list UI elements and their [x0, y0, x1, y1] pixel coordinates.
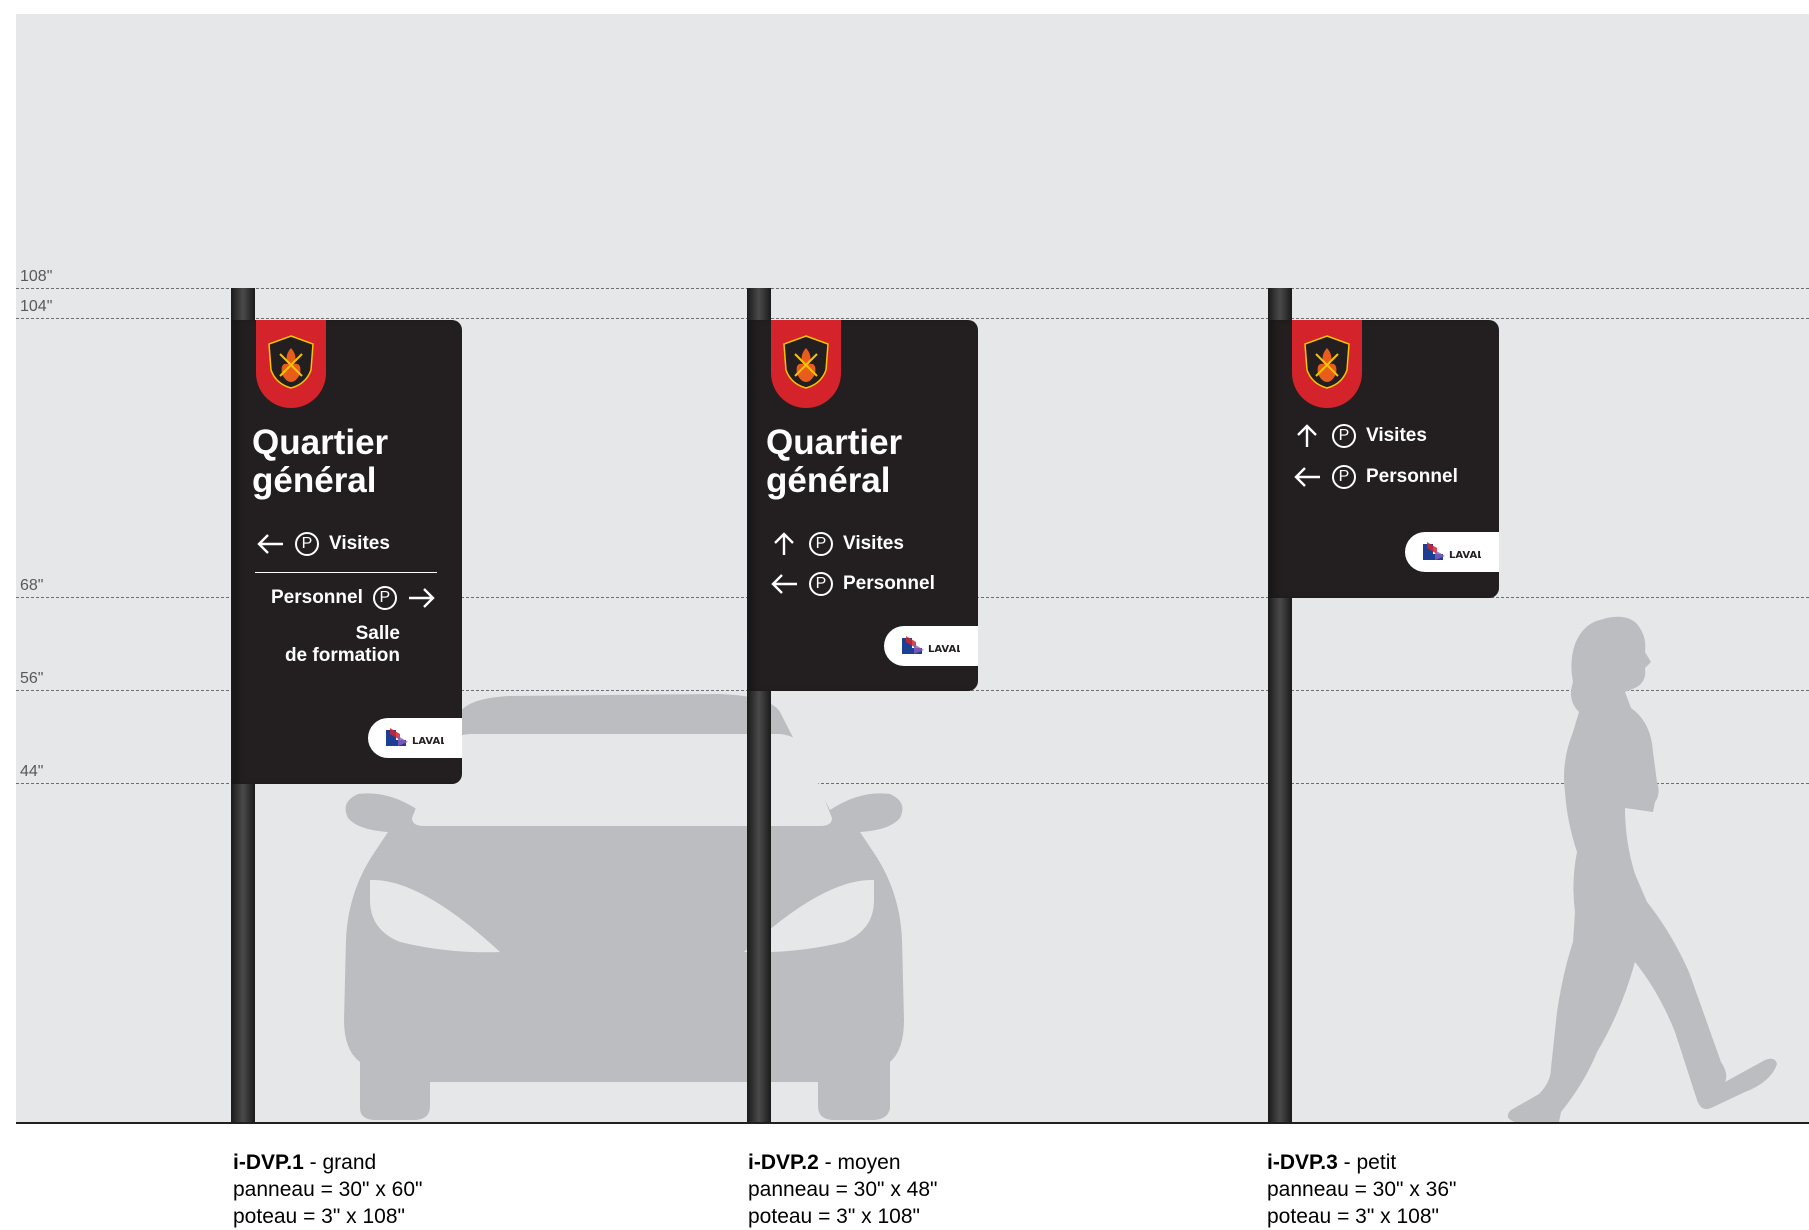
parking-icon: P [809, 532, 833, 556]
sign1-caption: i-DVP.1 - grand panneau = 30" x 60" pote… [233, 1149, 422, 1230]
label-salle-de-formation: Salle de formation [284, 623, 400, 666]
direction-row-personnel: P Personnel [1292, 465, 1458, 489]
sign-title: Quartier général [766, 423, 903, 500]
panel-shade [1268, 320, 1278, 598]
sign-code: i-DVP.2 [748, 1151, 819, 1174]
sign-code: i-DVP.1 [233, 1151, 304, 1174]
arrow-up-icon [774, 532, 794, 555]
arrow-left-icon [257, 534, 283, 554]
panel-dimensions: panneau = 30" x 60" [233, 1178, 423, 1201]
laval-logo-tab: LAVAL [1405, 532, 1499, 572]
dimension-label-108: 108" [20, 268, 53, 285]
panel-shade [231, 320, 241, 784]
ground-line [16, 1122, 1809, 1124]
arrow-left-icon [771, 574, 797, 594]
sign2-caption: i-DVP.2 - moyen panneau = 30" x 48" pote… [748, 1149, 937, 1230]
pole-dimensions: poteau = 3" x 108" [233, 1205, 405, 1228]
sign-size: - moyen [824, 1151, 901, 1174]
pedestrian-silhouette [1507, 616, 1777, 1122]
label-visites: Visites [329, 533, 390, 554]
arrow-up-icon [1297, 424, 1317, 447]
crest-emblem-icon [1304, 335, 1350, 389]
direction-row-personnel: Personnel P [271, 586, 437, 610]
sign-size: - petit [1343, 1151, 1397, 1174]
dimension-label-44: 44" [20, 763, 44, 780]
laval-logo-icon: LAVAL [902, 636, 960, 655]
dimension-line-108 [16, 288, 1809, 289]
direction-row-visites: P Visites [769, 532, 904, 556]
parking-icon: P [1332, 465, 1356, 489]
laval-wordmark: LAVAL [1449, 550, 1481, 561]
sign2-panel: Quartier général P Visites P Personnel L… [747, 320, 978, 691]
dimension-line-104 [16, 318, 1809, 319]
arrow-left-icon [1294, 467, 1320, 487]
dimension-label-56: 56" [20, 670, 44, 687]
laval-wordmark: LAVAL [928, 644, 960, 655]
pole-dimensions: poteau = 3" x 108" [1267, 1205, 1439, 1228]
parking-icon: P [372, 586, 397, 610]
sign-code: i-DVP.3 [1267, 1151, 1338, 1174]
sign3-caption: i-DVP.3 - petit panneau = 30" x 36" pote… [1267, 1149, 1456, 1230]
sign3-panel: P Visites P Personnel LAVAL [1268, 320, 1499, 598]
sign-title: Quartier général [252, 423, 389, 500]
sign-size: - grand [309, 1151, 377, 1174]
label-personnel: Personnel [271, 587, 363, 608]
crest-emblem-icon [268, 335, 314, 389]
laval-logo-icon: LAVAL [386, 728, 444, 747]
dimension-label-104: 104" [20, 298, 53, 315]
panel-dimensions: panneau = 30" x 48" [748, 1178, 938, 1201]
parking-icon: P [809, 572, 833, 596]
sign1-panel: Quartier général P Visites Personnel P S… [231, 320, 462, 784]
direction-row-visites: P Visites [1292, 424, 1427, 448]
laval-wordmark: LAVAL [412, 736, 444, 747]
crest-emblem-icon [783, 335, 829, 389]
direction-row-visites: P Visites [255, 532, 390, 556]
fire-department-crest [771, 320, 841, 408]
laval-logo-icon: LAVAL [1423, 542, 1481, 561]
label-personnel: Personnel [1366, 466, 1458, 487]
parking-icon: P [295, 532, 319, 556]
dimension-label-68: 68" [20, 577, 44, 594]
fire-department-crest [256, 320, 326, 408]
direction-row-personnel: P Personnel [769, 572, 935, 596]
laval-logo-tab: LAVAL [884, 626, 978, 666]
label-personnel: Personnel [843, 573, 935, 594]
sign-divider [255, 572, 437, 573]
laval-logo-tab: LAVAL [368, 718, 462, 758]
arrow-right-icon [408, 588, 435, 608]
pole-dimensions: poteau = 3" x 108" [748, 1205, 920, 1228]
panel-shade [747, 320, 757, 691]
label-visites: Visites [843, 533, 904, 554]
fire-department-crest [1292, 320, 1362, 408]
label-visites: Visites [1366, 425, 1427, 446]
panel-dimensions: panneau = 30" x 36" [1267, 1178, 1457, 1201]
parking-icon: P [1332, 424, 1356, 448]
